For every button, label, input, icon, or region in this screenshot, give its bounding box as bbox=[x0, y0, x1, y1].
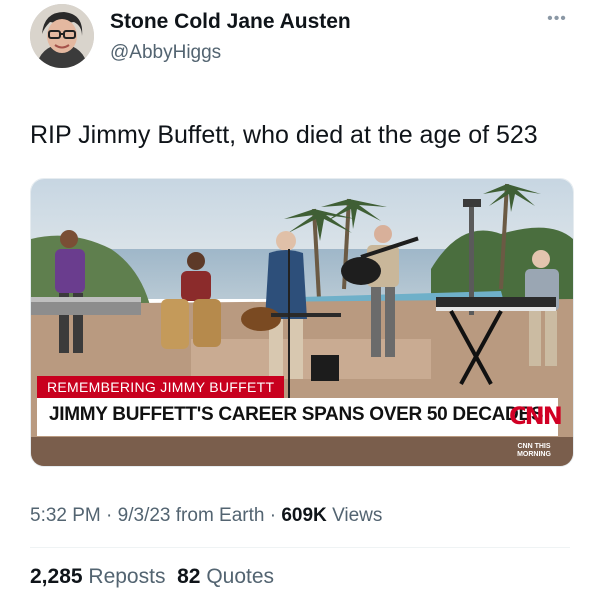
divider bbox=[30, 547, 570, 548]
user-handle[interactable]: @AbbyHiggs bbox=[110, 42, 221, 64]
separator: · bbox=[106, 505, 113, 526]
reposts-count[interactable]: 2,285 bbox=[30, 565, 83, 588]
news-banner-label: REMEMBERING JIMMY BUFFETT bbox=[37, 376, 285, 398]
tweet-media-image[interactable]: REMEMBERING JIMMY BUFFETT JIMMY BUFFETT'… bbox=[30, 178, 574, 467]
news-headline-bar: JIMMY BUFFETT'S CAREER SPANS OVER 50 DEC… bbox=[37, 398, 563, 436]
news-headline: JIMMY BUFFETT'S CAREER SPANS OVER 50 DEC… bbox=[49, 404, 544, 425]
separator: · bbox=[269, 505, 277, 526]
quotes-count[interactable]: 82 bbox=[177, 565, 200, 588]
network-logo-icon: CNN bbox=[509, 402, 563, 430]
views-count[interactable]: 609K bbox=[281, 505, 326, 526]
tweet-source: from Earth bbox=[175, 505, 265, 526]
tweet-text: RIP Jimmy Buffett, who died at the age o… bbox=[30, 121, 538, 149]
more-horizontal-icon: ••• bbox=[547, 10, 567, 27]
profile-photo-icon bbox=[30, 4, 94, 68]
quotes-label[interactable]: Quotes bbox=[206, 565, 274, 588]
show-logo: CNN THIS MORNING bbox=[509, 443, 559, 459]
views-label[interactable]: Views bbox=[332, 505, 382, 526]
show-logo-line1: CNN THIS bbox=[517, 443, 551, 450]
display-name[interactable]: Stone Cold Jane Austen bbox=[110, 10, 351, 34]
more-options-button[interactable]: ••• bbox=[540, 10, 574, 34]
tweet-meta: 5:32 PM · 9/3/23 from Earth · 609K Views bbox=[30, 505, 382, 527]
engagement-stats: 2,285 Reposts 82 Quotes bbox=[30, 565, 274, 589]
tweet-time[interactable]: 5:32 PM bbox=[30, 505, 101, 526]
avatar[interactable] bbox=[30, 4, 94, 68]
tweet-date[interactable]: 9/3/23 bbox=[118, 505, 171, 526]
show-logo-line2: MORNING bbox=[517, 451, 551, 458]
reposts-label[interactable]: Reposts bbox=[88, 565, 165, 588]
